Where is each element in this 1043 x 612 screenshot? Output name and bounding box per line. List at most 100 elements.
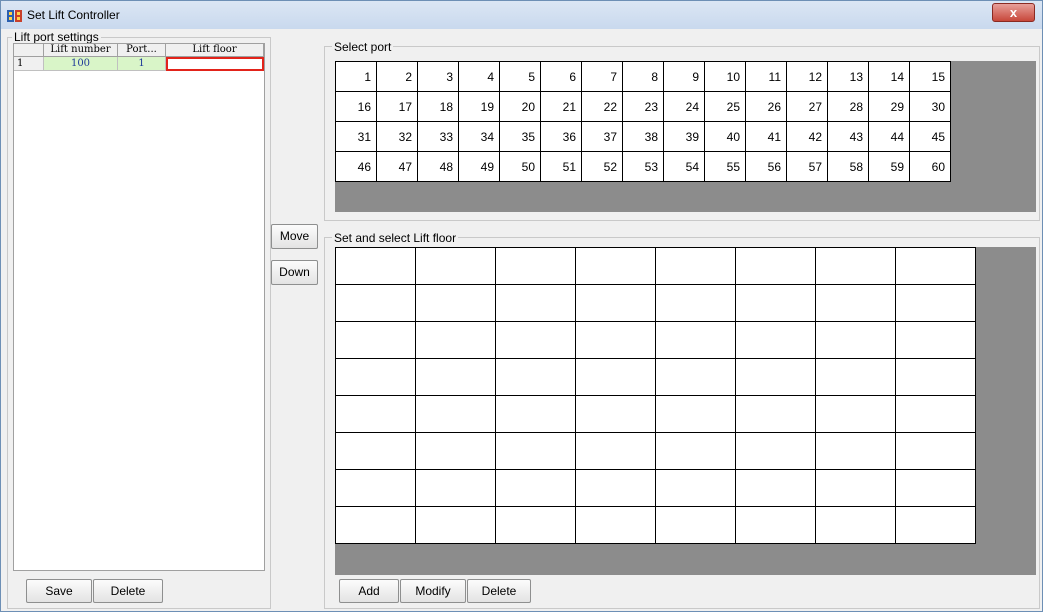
port-cell[interactable]: 47 bbox=[376, 151, 418, 182]
floor-cell[interactable] bbox=[575, 358, 656, 396]
add-button[interactable]: Add bbox=[339, 579, 399, 603]
floor-cell[interactable] bbox=[815, 469, 896, 507]
port-cell[interactable]: 13 bbox=[827, 61, 869, 92]
grid-header-lift-floor[interactable]: Lift floor bbox=[166, 44, 264, 57]
floor-cell[interactable] bbox=[735, 469, 816, 507]
port-cell[interactable]: 11 bbox=[745, 61, 787, 92]
port-cell[interactable]: 8 bbox=[622, 61, 664, 92]
floor-cell[interactable] bbox=[735, 432, 816, 470]
floor-cell[interactable] bbox=[815, 395, 896, 433]
floor-cell[interactable] bbox=[335, 506, 416, 544]
delete-floor-button[interactable]: Delete bbox=[467, 579, 531, 603]
floor-cell[interactable] bbox=[895, 432, 976, 470]
title-bar[interactable]: Set Lift Controller x bbox=[1, 1, 1042, 29]
floor-cell[interactable] bbox=[335, 358, 416, 396]
port-cell[interactable]: 20 bbox=[499, 91, 541, 122]
floor-cell[interactable] bbox=[495, 247, 576, 285]
port-cell[interactable]: 19 bbox=[458, 91, 500, 122]
port-cell[interactable]: 40 bbox=[704, 121, 746, 152]
floor-cell[interactable] bbox=[655, 321, 736, 359]
floor-cell[interactable] bbox=[575, 395, 656, 433]
port-cell[interactable]: 50 bbox=[499, 151, 541, 182]
grid-cell-port[interactable]: 1 bbox=[118, 57, 166, 71]
port-cell[interactable]: 9 bbox=[663, 61, 705, 92]
port-cell[interactable]: 57 bbox=[786, 151, 828, 182]
port-cell[interactable]: 3 bbox=[417, 61, 459, 92]
port-cell[interactable]: 56 bbox=[745, 151, 787, 182]
floor-cell[interactable] bbox=[895, 506, 976, 544]
port-cell[interactable]: 17 bbox=[376, 91, 418, 122]
floor-cell[interactable] bbox=[655, 469, 736, 507]
port-cell[interactable]: 38 bbox=[622, 121, 664, 152]
port-cell[interactable]: 6 bbox=[540, 61, 582, 92]
port-cell[interactable]: 37 bbox=[581, 121, 623, 152]
port-cell[interactable]: 30 bbox=[909, 91, 951, 122]
port-cell[interactable]: 36 bbox=[540, 121, 582, 152]
port-cell[interactable]: 35 bbox=[499, 121, 541, 152]
floor-cell[interactable] bbox=[895, 321, 976, 359]
floor-cell[interactable] bbox=[335, 284, 416, 322]
save-button[interactable]: Save bbox=[26, 579, 92, 603]
floor-cell[interactable] bbox=[495, 321, 576, 359]
floor-cell[interactable] bbox=[495, 469, 576, 507]
floor-cell[interactable] bbox=[895, 358, 976, 396]
floor-cell[interactable] bbox=[415, 469, 496, 507]
port-cell[interactable]: 46 bbox=[335, 151, 377, 182]
floor-cell[interactable] bbox=[735, 321, 816, 359]
floor-cell[interactable] bbox=[735, 358, 816, 396]
port-cell[interactable]: 4 bbox=[458, 61, 500, 92]
floor-cell[interactable] bbox=[415, 284, 496, 322]
floor-cell[interactable] bbox=[575, 469, 656, 507]
port-cell[interactable]: 22 bbox=[581, 91, 623, 122]
port-cell[interactable]: 23 bbox=[622, 91, 664, 122]
close-button[interactable]: x bbox=[992, 3, 1035, 22]
port-cell[interactable]: 49 bbox=[458, 151, 500, 182]
port-cell[interactable]: 52 bbox=[581, 151, 623, 182]
port-cell[interactable]: 12 bbox=[786, 61, 828, 92]
floor-cell[interactable] bbox=[415, 321, 496, 359]
floor-cell[interactable] bbox=[815, 321, 896, 359]
floor-cell[interactable] bbox=[335, 395, 416, 433]
lift-floor-table[interactable] bbox=[335, 247, 976, 544]
floor-cell[interactable] bbox=[815, 247, 896, 285]
floor-cell[interactable] bbox=[415, 247, 496, 285]
floor-cell[interactable] bbox=[335, 469, 416, 507]
port-cell[interactable]: 27 bbox=[786, 91, 828, 122]
grid-cell-lift-floor[interactable] bbox=[166, 57, 264, 71]
port-cell[interactable]: 24 bbox=[663, 91, 705, 122]
port-table[interactable]: 1 2 3 4 5 6 7 8 9 10 11 12 13 14 15 16 17 18 19 20 21 22 23 24 2… bbox=[335, 61, 951, 182]
floor-cell[interactable] bbox=[575, 321, 656, 359]
grid-cell-lift-number[interactable]: 100 bbox=[44, 57, 118, 71]
floor-cell[interactable] bbox=[495, 284, 576, 322]
port-cell[interactable]: 18 bbox=[417, 91, 459, 122]
port-cell[interactable]: 29 bbox=[868, 91, 910, 122]
port-cell[interactable]: 51 bbox=[540, 151, 582, 182]
floor-cell[interactable] bbox=[655, 284, 736, 322]
lift-port-grid[interactable]: Lift number Port... Lift floor 1 100 1 bbox=[13, 43, 265, 571]
floor-cell[interactable] bbox=[655, 506, 736, 544]
delete-lift-button[interactable]: Delete bbox=[93, 579, 163, 603]
floor-cell[interactable] bbox=[495, 395, 576, 433]
move-button[interactable]: Move bbox=[271, 224, 318, 249]
floor-cell[interactable] bbox=[335, 247, 416, 285]
floor-cell[interactable] bbox=[335, 321, 416, 359]
grid-row-index[interactable]: 1 bbox=[14, 57, 44, 71]
port-cell[interactable]: 34 bbox=[458, 121, 500, 152]
floor-cell[interactable] bbox=[895, 469, 976, 507]
floor-cell[interactable] bbox=[575, 247, 656, 285]
floor-cell[interactable] bbox=[895, 247, 976, 285]
port-cell[interactable]: 31 bbox=[335, 121, 377, 152]
floor-cell[interactable] bbox=[735, 247, 816, 285]
floor-cell[interactable] bbox=[655, 247, 736, 285]
down-button[interactable]: Down bbox=[271, 260, 318, 285]
port-cell[interactable]: 15 bbox=[909, 61, 951, 92]
port-cell[interactable]: 28 bbox=[827, 91, 869, 122]
floor-cell[interactable] bbox=[415, 506, 496, 544]
port-cell[interactable]: 39 bbox=[663, 121, 705, 152]
floor-cell[interactable] bbox=[815, 358, 896, 396]
port-cell[interactable]: 59 bbox=[868, 151, 910, 182]
floor-cell[interactable] bbox=[415, 432, 496, 470]
port-cell[interactable]: 53 bbox=[622, 151, 664, 182]
floor-cell[interactable] bbox=[895, 284, 976, 322]
floor-cell[interactable] bbox=[735, 284, 816, 322]
